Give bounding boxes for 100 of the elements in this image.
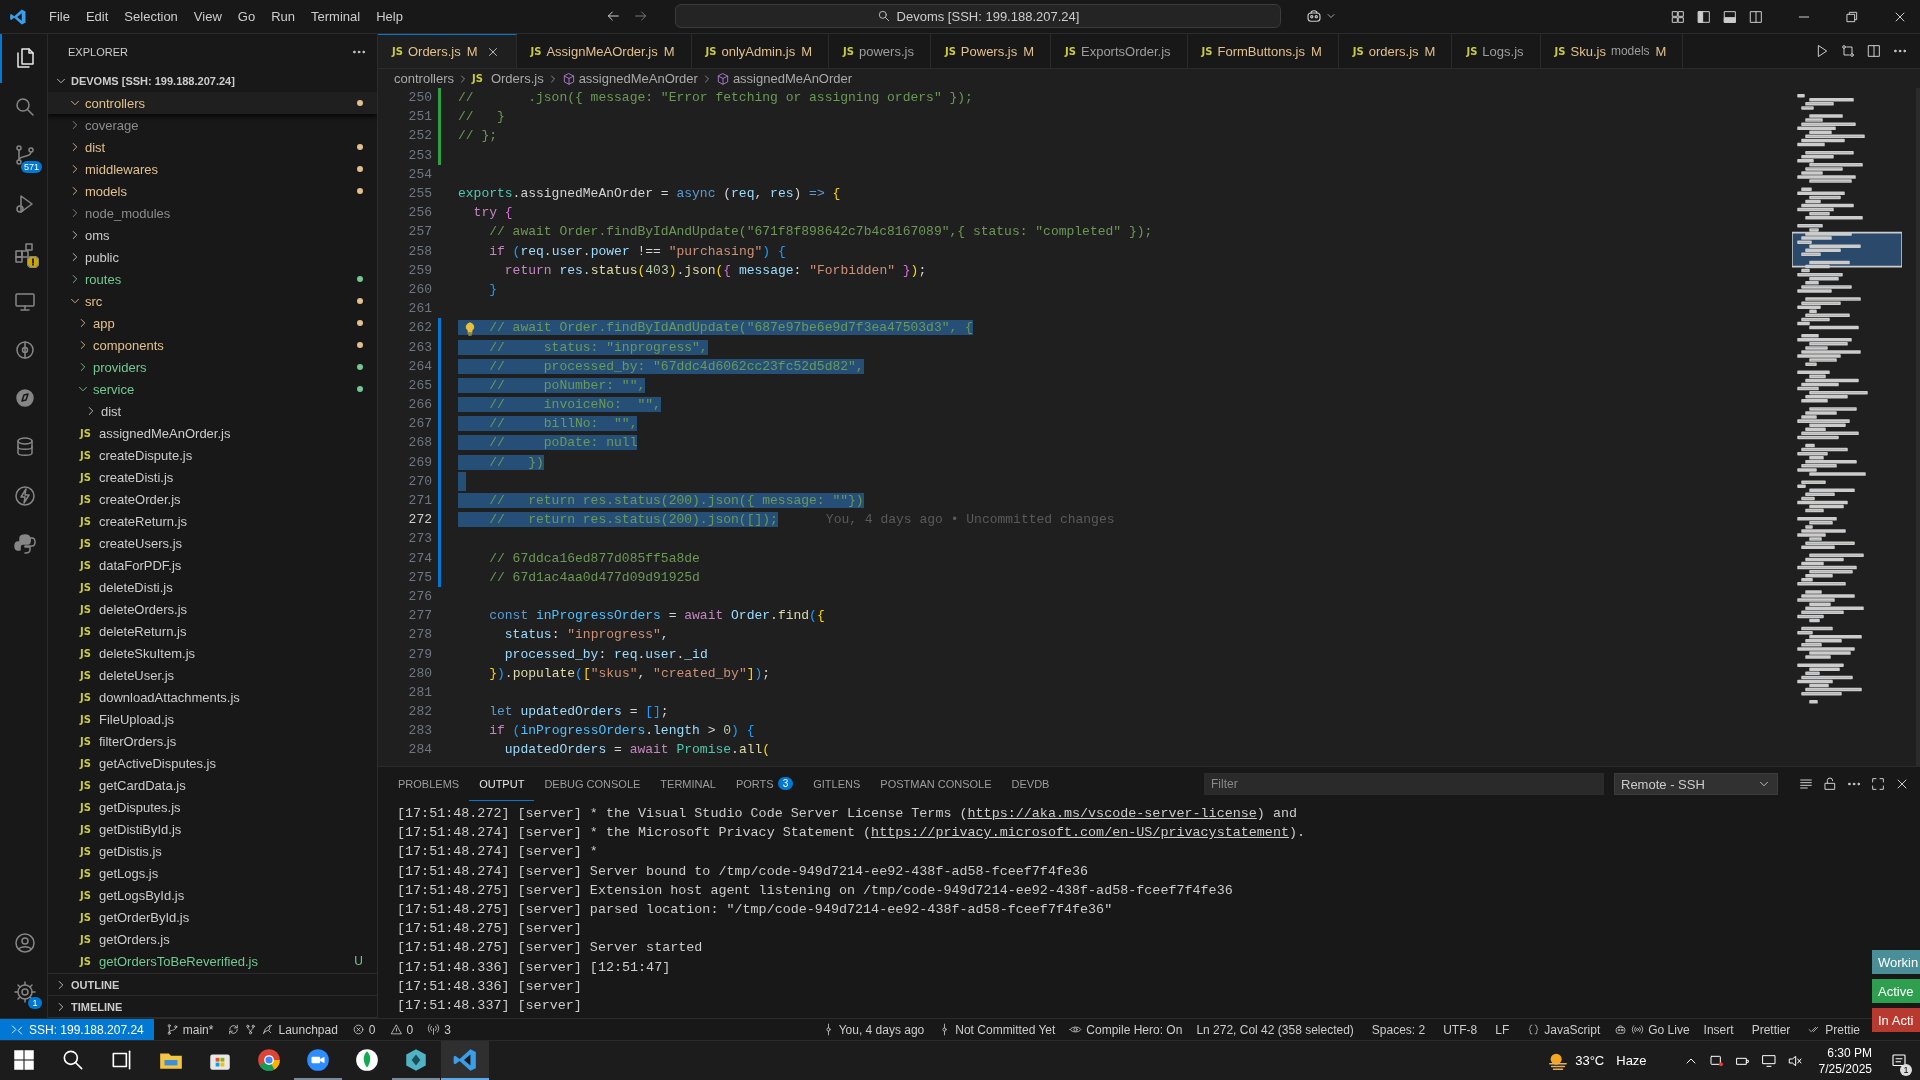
link[interactable]: https://privacy.microsoft.com/en-US/privacystatement [871, 825, 1289, 841]
antenna-icon[interactable] [427, 1023, 441, 1036]
tree-item[interactable]: JS getOrders.js [48, 928, 377, 950]
sidebar-toggle-icon[interactable] [1696, 8, 1712, 25]
code-editor-app-icon[interactable] [441, 1041, 489, 1080]
tree-item[interactable]: JS getDistiById.js [48, 818, 377, 840]
layout-grid-icon[interactable] [1670, 8, 1686, 25]
tree-item[interactable]: oms [48, 224, 377, 246]
weather-condition[interactable]: Haze [1616, 1053, 1647, 1068]
tree-item[interactable]: JS createUsers.js [48, 532, 377, 554]
status-item[interactable]: Not Committed Yet [955, 1022, 1056, 1037]
braces-icon[interactable] [1527, 1023, 1541, 1036]
status-notice[interactable]: In Acti [1872, 1008, 1920, 1032]
tree-item[interactable]: dist [48, 400, 377, 422]
status-item[interactable]: Go Live [1648, 1022, 1690, 1037]
tree-item[interactable]: JS filterOrders.js [48, 730, 377, 752]
tree-item[interactable]: JS getDisputes.js [48, 796, 377, 818]
editor-tab[interactable]: JS Sku.js models M [1540, 34, 1684, 68]
status-item[interactable]: You, 4 days ago [838, 1022, 925, 1037]
tree-item[interactable]: public [48, 246, 377, 268]
breadcrumb-item[interactable]: assignedMeAnOrder [561, 71, 698, 86]
settings-icon[interactable] [12, 979, 37, 1004]
status-item[interactable]: Compile Hero: On [1086, 1022, 1183, 1037]
status-item[interactable]: 0 [368, 1022, 376, 1037]
panel-toggle-icon[interactable] [1722, 8, 1738, 25]
tree-item[interactable]: JS deleteDisti.js [48, 576, 377, 598]
lock-icon[interactable] [1822, 776, 1838, 792]
tree-item[interactable]: JS deleteSkuItem.js [48, 642, 377, 664]
status-item[interactable]: LF [1495, 1022, 1510, 1037]
maximize-icon[interactable] [1870, 776, 1886, 792]
robot-icon[interactable] [1614, 1023, 1628, 1036]
bolt-icon[interactable] [12, 483, 37, 508]
broadcast-icon[interactable] [1631, 1023, 1645, 1036]
tree-item[interactable]: node_modules [48, 202, 377, 224]
tree-item[interactable]: JS FileUpload.js [48, 708, 377, 730]
workspace-header[interactable]: DEVOMS [SSH: 199.188.207.24] [48, 70, 377, 92]
editor-tab[interactable]: JS Logs.js [1452, 34, 1541, 68]
snake-icon[interactable] [12, 532, 37, 557]
editor-tab[interactable]: JS AssignMeAOrder.js M [516, 34, 692, 68]
editor-tab[interactable]: JS FormButtons.js M [1187, 34, 1339, 68]
menu-item[interactable]: View [185, 9, 230, 24]
filter-field[interactable]: Filter [1204, 773, 1604, 795]
command-center[interactable]: Devoms [SSH: 199.188.207.24] [675, 4, 1281, 28]
tree-item[interactable]: coverage [48, 114, 377, 136]
panel-tab[interactable]: TERMINAL [650, 767, 726, 801]
clock-time[interactable]: 6:30 PM [1827, 1044, 1872, 1061]
tree-item[interactable]: dist [48, 136, 377, 158]
editor-tab[interactable]: JS onlyAdmin.js M [691, 34, 830, 68]
status-notice[interactable]: Workin [1872, 950, 1920, 974]
menu-item[interactable]: Run [263, 9, 303, 24]
menu-item[interactable]: Selection [116, 9, 186, 24]
clock-date[interactable]: 7/25/2025 [1818, 1060, 1872, 1077]
status-item[interactable]: Prettie [1825, 1022, 1860, 1037]
tree-item[interactable]: JS deleteUser.js [48, 664, 377, 686]
editor-tab[interactable]: JS orders.js M [1338, 34, 1453, 68]
tree-item[interactable]: src [48, 290, 377, 312]
panel-tab[interactable]: DEBUG CONSOLE [534, 767, 651, 801]
account-icon[interactable] [12, 931, 37, 956]
tree-item[interactable]: JS getCardData.js [48, 774, 377, 796]
tree-item[interactable]: JS getLogsById.js [48, 884, 377, 906]
tree-item[interactable]: middlewares [48, 158, 377, 180]
breadcrumb-item[interactable]: assignedMeAnOrder [715, 71, 853, 86]
panel-tab[interactable]: DEVDB [1001, 767, 1060, 801]
tree-item[interactable]: JS assignedMeAnOrder.js [48, 422, 377, 444]
tree-item[interactable]: JS getOrdersToBeReverified.js U [48, 950, 377, 972]
editor-tab[interactable]: JS powers.js [829, 34, 931, 68]
warning-icon[interactable] [389, 1023, 403, 1036]
tree-item[interactable]: service [48, 378, 377, 400]
status-item[interactable]: 0 [406, 1022, 414, 1037]
tree-item[interactable]: JS getDistis.js [48, 840, 377, 862]
panel-tab[interactable]: PORTS 3 [725, 767, 804, 801]
tree-item[interactable]: JS getOrderById.js [48, 906, 377, 928]
editor-tab[interactable]: JS Orders.js M [378, 34, 517, 68]
status-item[interactable]: 3 [444, 1022, 451, 1037]
sync-icon[interactable] [227, 1023, 241, 1036]
status-item[interactable]: UTF-8 [1443, 1022, 1478, 1037]
menu-item[interactable]: Go [229, 9, 264, 24]
tree-item[interactable]: components [48, 334, 377, 356]
tree-item[interactable]: JS getLogs.js [48, 862, 377, 884]
tree-item[interactable]: JS dataForPDF.js [48, 554, 377, 576]
status-item[interactable]: Prettier [1751, 1022, 1791, 1037]
tree-item[interactable]: JS createDisti.js [48, 466, 377, 488]
breadcrumb-item[interactable]: controllers [394, 71, 454, 86]
list-icon[interactable] [1798, 776, 1814, 792]
panel-tab[interactable]: OUTPUT [469, 767, 535, 801]
link[interactable]: https://aka.ms/vscode-server-license [967, 806, 1257, 821]
split-editor-icon[interactable] [1866, 43, 1882, 59]
status-item[interactable]: main* [182, 1022, 214, 1037]
breadcrumb-item[interactable]: JS Orders.js [471, 71, 544, 86]
channel-dropdown[interactable]: Remote - SSH [1614, 773, 1778, 795]
network-icon[interactable] [1760, 1052, 1777, 1069]
tree-item[interactable]: JS createDispute.js [48, 444, 377, 466]
copilot-menu-button[interactable] [1305, 7, 1337, 25]
menu-item[interactable]: Edit [77, 9, 117, 24]
status-item[interactable]: Spaces: 2 [1371, 1022, 1426, 1037]
forward-icon[interactable] [633, 8, 649, 24]
status-item[interactable]: Insert [1703, 1022, 1734, 1037]
tree-item[interactable]: controllers [48, 92, 377, 114]
editor-tab[interactable]: JS ExportsOrder.js [1051, 34, 1188, 68]
tree-item[interactable]: JS getActiveDisputes.js [48, 752, 377, 774]
